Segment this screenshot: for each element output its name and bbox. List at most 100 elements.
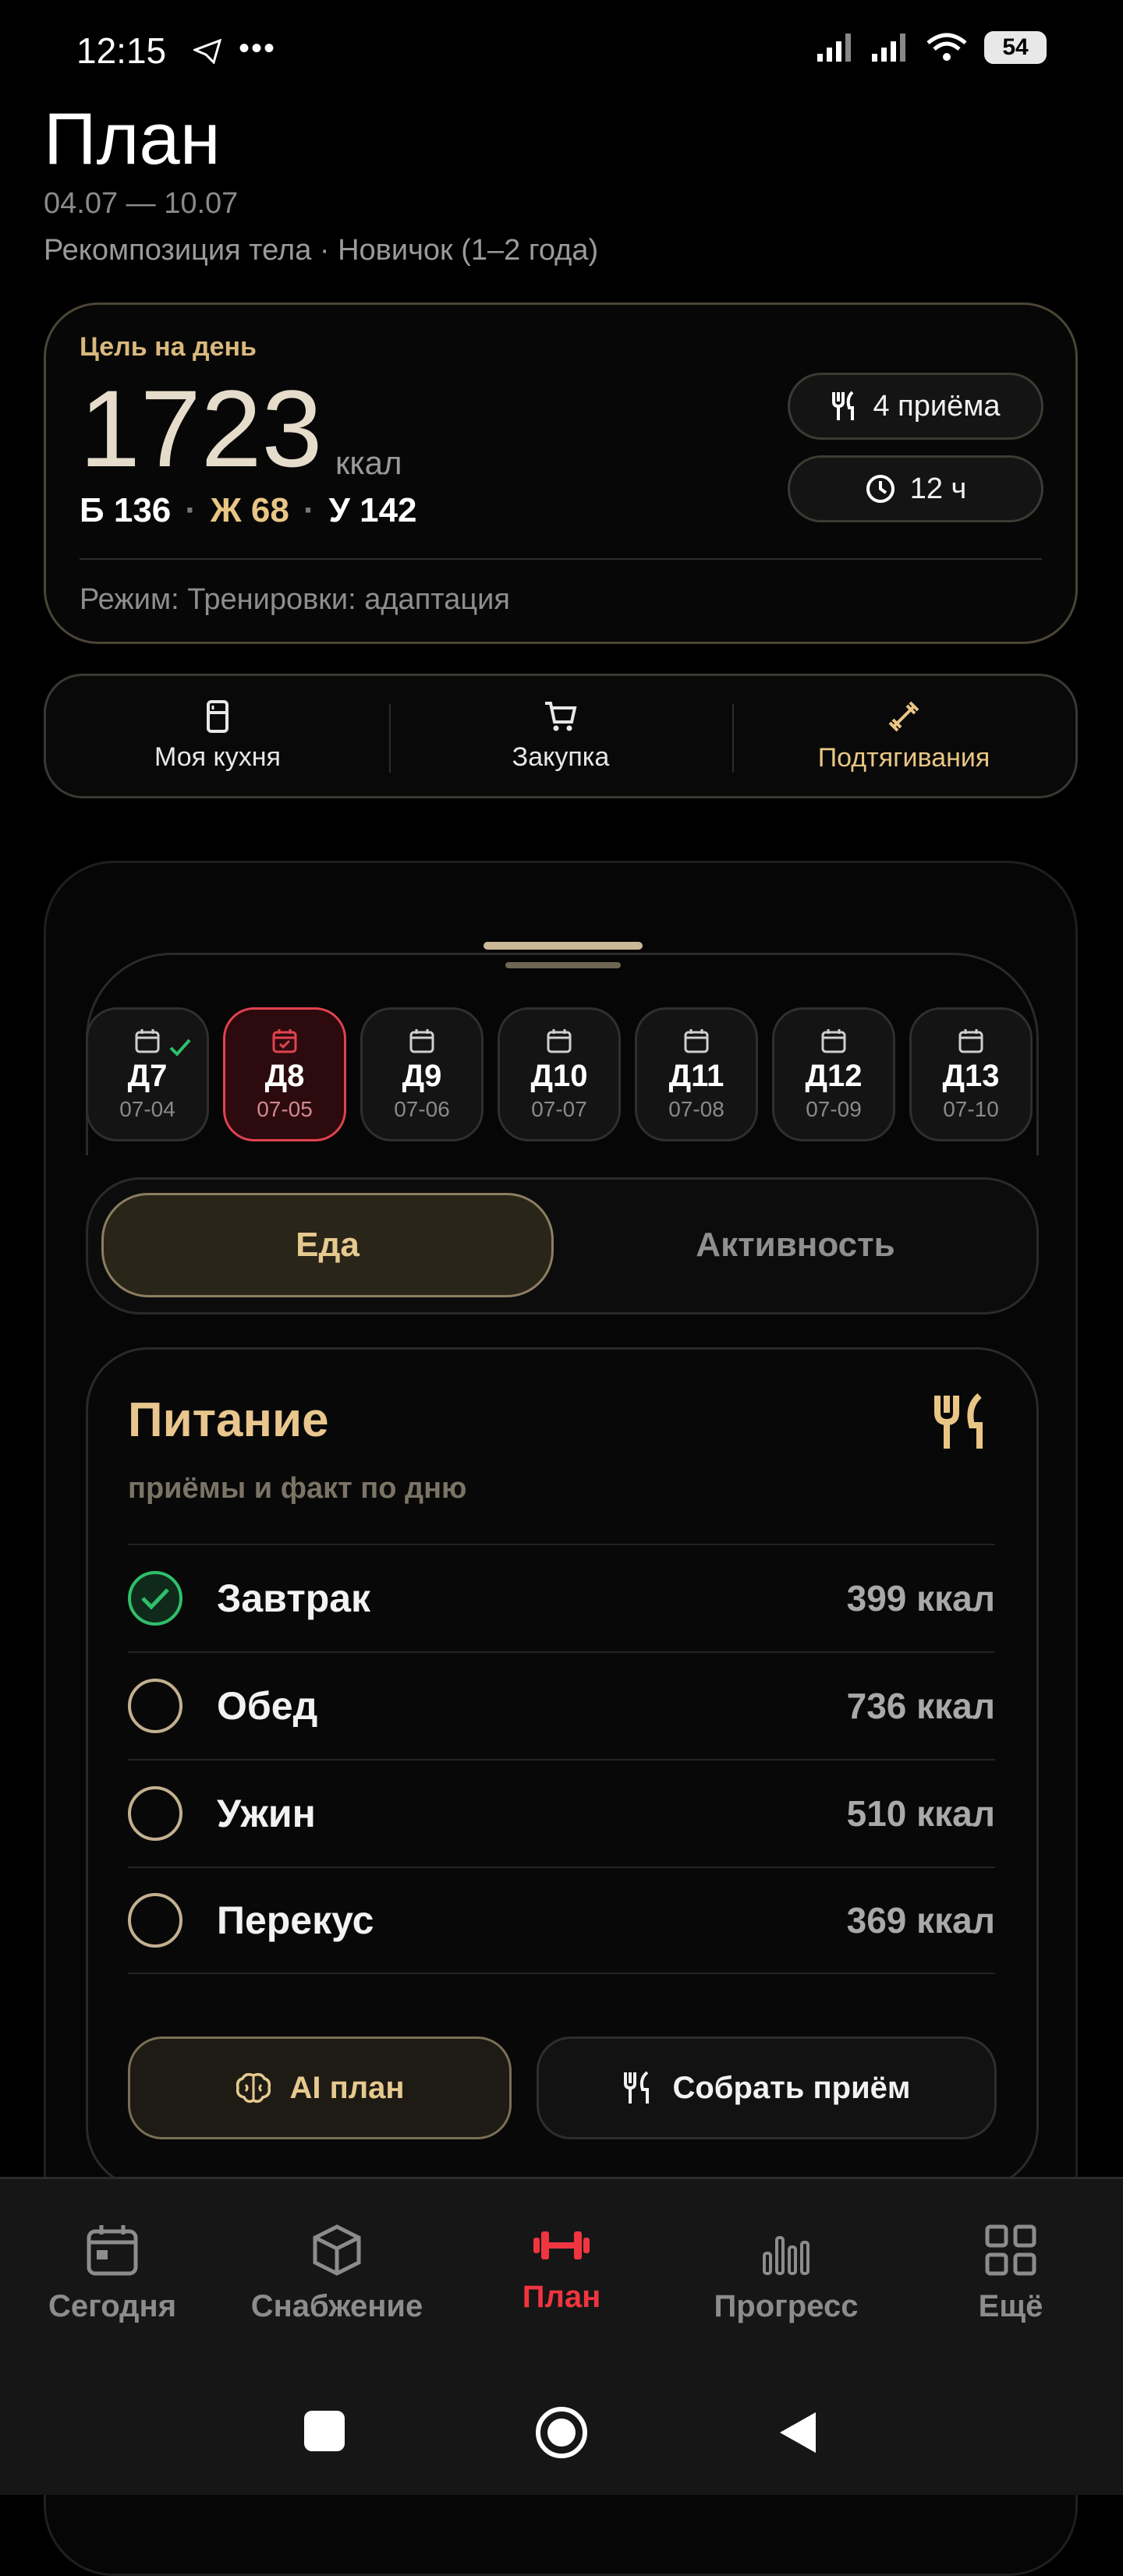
calendar-icon <box>87 2225 138 2276</box>
day-chip-d13[interactable]: Д13 07-10 <box>909 1007 1033 1141</box>
day-chip-d7[interactable]: Д7 07-04 <box>86 1007 209 1141</box>
tab-food[interactable]: Еда <box>101 1193 554 1297</box>
day-label: Д7 <box>127 1058 168 1093</box>
macros-row: Б 136 · Ж 68 · У 142 <box>80 491 417 530</box>
meal-kcal: 399 ккал <box>846 1578 995 1619</box>
date-range: 04.07 — 10.07 <box>44 187 239 220</box>
day-date: 07-06 <box>394 1096 450 1121</box>
separator: · <box>185 491 197 529</box>
day-label: Д13 <box>942 1058 1000 1093</box>
program-subtitle: Рекомпозиция тела · Новичок (1–2 года) <box>44 234 599 267</box>
status-time: 12:15 <box>76 30 167 71</box>
quick-link-label: Подтягивания <box>817 742 990 773</box>
quick-link-pullups[interactable]: Подтягивания <box>732 676 1075 796</box>
build-meal-button[interactable]: Собрать приём <box>537 2036 997 2139</box>
ai-plan-button[interactable]: AI план <box>128 2036 512 2139</box>
day-label: Д11 <box>668 1058 724 1093</box>
day-label: Д12 <box>805 1058 863 1093</box>
meal-name: Обед <box>217 1684 318 1728</box>
wifi-icon <box>926 33 967 61</box>
calendar-icon <box>135 1028 160 1053</box>
day-date: 07-09 <box>806 1096 862 1121</box>
nutrition-title: Питание <box>128 1393 329 1447</box>
meal-row-breakfast[interactable]: Завтрак 399 ккал <box>128 1544 995 1651</box>
check-icon <box>169 1039 191 1056</box>
fork-knife-icon <box>624 2071 650 2104</box>
drag-handle[interactable] <box>484 942 643 950</box>
more-icon: ••• <box>239 31 277 65</box>
nav-label: План <box>522 2280 601 2314</box>
fat-value: Ж 68 <box>210 491 289 529</box>
meal-checkbox[interactable] <box>128 1571 182 1626</box>
day-chip-d10[interactable]: Д10 07-07 <box>498 1007 621 1141</box>
grid-icon <box>985 2224 1036 2276</box>
meal-checkbox[interactable] <box>128 1786 182 1841</box>
separator: · <box>303 491 315 529</box>
meal-checkbox[interactable] <box>128 1893 182 1948</box>
signal-icon <box>817 34 851 62</box>
nav-plan[interactable]: План <box>460 2222 663 2315</box>
day-date: 07-10 <box>943 1096 999 1121</box>
quick-links-bar: Моя кухня Закупка Подтягивания <box>44 674 1078 798</box>
calendar-check-icon <box>272 1028 297 1053</box>
fridge-icon <box>207 699 228 733</box>
meal-name: Завтрак <box>217 1576 371 1620</box>
day-date: 07-07 <box>531 1096 587 1121</box>
nav-supply[interactable]: Снабжение <box>236 2222 438 2324</box>
day-date: 07-04 <box>119 1096 175 1121</box>
telegram-icon <box>193 39 221 64</box>
dumbbell-icon <box>533 2231 590 2259</box>
calendar-icon <box>958 1028 983 1053</box>
quick-link-label: Моя кухня <box>154 741 281 772</box>
nav-today[interactable]: Сегодня <box>11 2222 214 2324</box>
brain-icon <box>236 2072 271 2104</box>
calendar-icon <box>547 1028 572 1053</box>
quick-link-kitchen[interactable]: Моя кухня <box>46 676 389 796</box>
meal-row-snack[interactable]: Перекус 369 ккал <box>128 1867 995 1974</box>
day-chip-d9[interactable]: Д9 07-06 <box>360 1007 484 1141</box>
meal-kcal: 736 ккал <box>846 1686 995 1726</box>
back-button[interactable] <box>777 2409 820 2456</box>
tab-activity[interactable]: Активность <box>569 1193 1022 1297</box>
ai-plan-label: AI план <box>289 2070 405 2105</box>
nav-label: Ещё <box>978 2289 1043 2323</box>
day-label: Д10 <box>530 1058 588 1093</box>
calendar-icon <box>821 1028 846 1053</box>
meal-checkbox[interactable] <box>128 1679 182 1733</box>
day-chip-d12[interactable]: Д12 07-09 <box>772 1007 895 1141</box>
carbs-value: У 142 <box>328 491 417 529</box>
day-chip-d8[interactable]: Д8 07-05 <box>223 1007 346 1141</box>
dumbbell-icon <box>888 701 919 731</box>
check-icon <box>141 1588 169 1610</box>
cart-icon <box>545 701 577 731</box>
quick-link-shopping[interactable]: Закупка <box>389 676 732 796</box>
day-date: 07-08 <box>668 1096 724 1121</box>
hours-pill[interactable]: 12 ч <box>788 455 1043 522</box>
nav-progress[interactable]: Прогресс <box>685 2222 887 2324</box>
meals-count-pill[interactable]: 4 приёма <box>788 373 1043 440</box>
build-meal-label: Собрать приём <box>672 2070 911 2105</box>
fork-knife-icon <box>832 391 855 420</box>
meal-name: Перекус <box>217 1898 374 1942</box>
regime-text: Режим: Тренировки: адаптация <box>80 583 510 616</box>
drag-handle-secondary <box>505 962 621 968</box>
fork-knife-icon <box>934 1392 983 1449</box>
day-date: 07-05 <box>257 1096 313 1121</box>
home-button[interactable] <box>533 2404 590 2461</box>
day-label: Д8 <box>264 1058 305 1093</box>
goal-divider <box>80 558 1042 560</box>
recents-button[interactable] <box>304 2411 345 2451</box>
meal-row-dinner[interactable]: Ужин 510 ккал <box>128 1759 995 1867</box>
goal-kcal: 1723 <box>80 367 323 490</box>
meal-kcal: 369 ккал <box>846 1900 995 1941</box>
meal-name: Ужин <box>217 1792 316 1835</box>
nav-label: Сегодня <box>48 2289 177 2323</box>
bar-chart-icon <box>763 2236 809 2275</box>
nav-label: Прогресс <box>714 2289 859 2323</box>
day-chip-d11[interactable]: Д11 07-08 <box>635 1007 758 1141</box>
day-label: Д9 <box>402 1058 442 1093</box>
nutrition-subtitle: приёмы и факт по дню <box>128 1472 467 1505</box>
meal-row-lunch[interactable]: Обед 736 ккал <box>128 1651 995 1759</box>
nav-more[interactable]: Ещё <box>909 2222 1112 2324</box>
page-title: План <box>44 97 221 179</box>
